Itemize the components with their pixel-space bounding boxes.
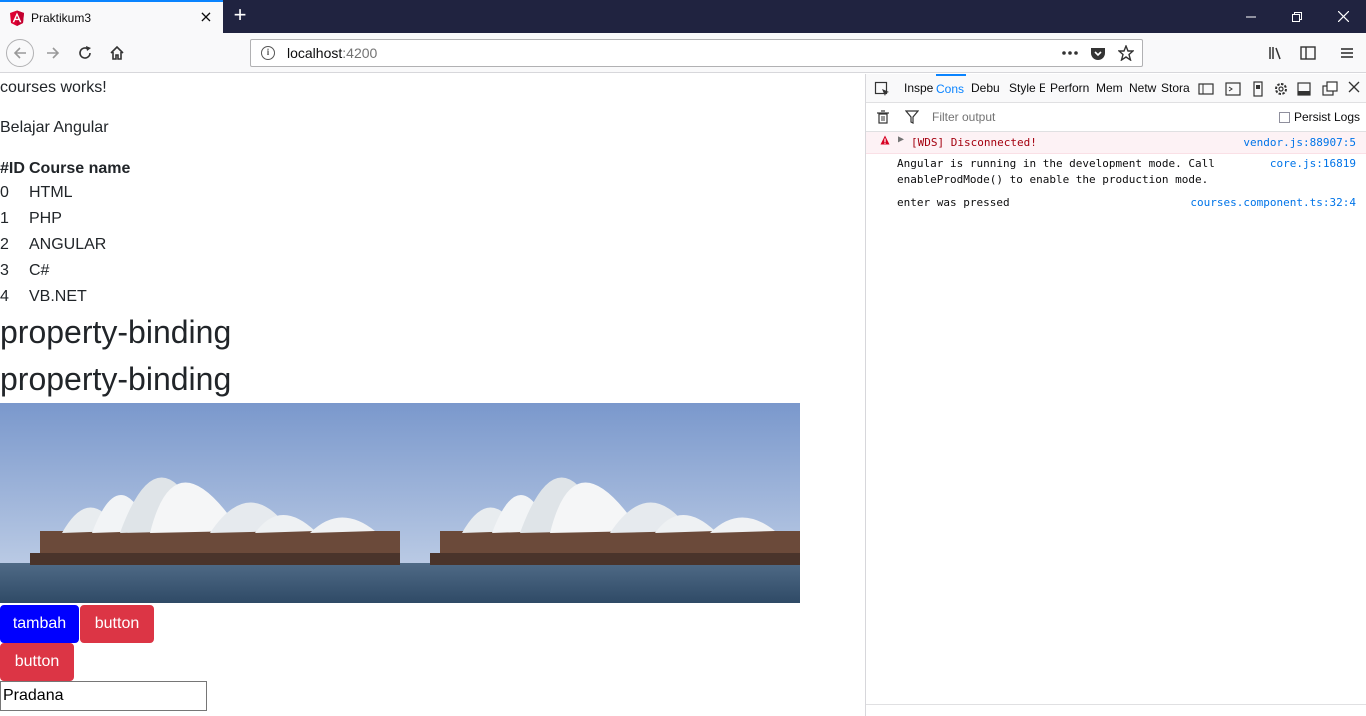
- console-filter-bar: Filter output Persist Logs: [866, 103, 1366, 132]
- scratchpad-icon[interactable]: [1225, 81, 1241, 97]
- element-picker-icon[interactable]: [874, 81, 890, 97]
- course-id: 1: [0, 210, 9, 227]
- persist-logs-toggle[interactable]: Persist Logs: [1278, 110, 1360, 124]
- danger-button[interactable]: button: [80, 605, 154, 643]
- error-icon: [880, 135, 890, 148]
- page-actions-icon[interactable]: [1058, 43, 1082, 63]
- angular-logo-icon: [10, 10, 24, 26]
- forward-icon[interactable]: [39, 39, 67, 67]
- course-id: 0: [0, 184, 9, 201]
- log-message: [WDS] Disconnected!: [911, 136, 1037, 149]
- tab-title: Praktikum3: [31, 10, 92, 25]
- restore-icon[interactable]: [1274, 0, 1320, 33]
- course-name: ANGULAR: [29, 236, 107, 253]
- table-row: 3 C#: [0, 258, 130, 284]
- console-filter-input[interactable]: Filter output: [932, 110, 995, 124]
- table-header-row: #ID Course name: [0, 158, 130, 180]
- devtools-tab-network[interactable]: Netw: [1129, 74, 1157, 103]
- opera-house-image: [400, 403, 800, 603]
- tambah-button[interactable]: tambah: [0, 605, 79, 643]
- home-icon[interactable]: [103, 39, 131, 67]
- opera-house-image: [0, 403, 400, 603]
- browser-tab[interactable]: Praktikum3 ×: [0, 0, 223, 33]
- course-name: VB.NET: [29, 288, 87, 305]
- column-header-id: #ID: [0, 160, 25, 177]
- course-id: 3: [0, 262, 9, 279]
- devtools-tab-style-editor[interactable]: Style E: [1009, 74, 1045, 103]
- course-name: HTML: [29, 184, 73, 201]
- log-source-link[interactable]: vendor.js:88907:5: [1243, 135, 1356, 151]
- devtools-tab-inspector[interactable]: Inspe: [904, 74, 935, 103]
- devtools-tab-debugger[interactable]: Debu: [971, 74, 1004, 103]
- url-text[interactable]: localhost:4200: [287, 45, 1058, 61]
- danger-button[interactable]: button: [0, 643, 74, 681]
- console-log-row: ▶ [WDS] Disconnected! vendor.js:88907:5: [866, 132, 1366, 154]
- table-row: 4 VB.NET: [0, 284, 130, 310]
- sidebar-icon[interactable]: [1294, 39, 1322, 67]
- property-binding-heading: property-binding: [0, 314, 232, 350]
- log-message: enter was pressed: [897, 196, 1010, 209]
- course-id: 2: [0, 236, 9, 253]
- expand-arrow-icon[interactable]: ▶: [898, 134, 904, 145]
- separate-window-icon[interactable]: [1322, 81, 1338, 97]
- course-name: PHP: [29, 210, 62, 227]
- course-name: C#: [29, 262, 50, 279]
- table-row: 0 HTML: [0, 180, 130, 206]
- back-icon[interactable]: [6, 39, 34, 67]
- tab-close-icon[interactable]: ×: [198, 8, 214, 26]
- table-row: 2 ANGULAR: [0, 232, 130, 258]
- filter-funnel-icon[interactable]: [904, 110, 920, 126]
- course-id: 4: [0, 288, 9, 305]
- log-source-link[interactable]: core.js:16819: [1270, 156, 1356, 172]
- trash-icon[interactable]: [875, 110, 891, 126]
- window-close-icon[interactable]: [1320, 0, 1366, 33]
- page-content: courses works! Belajar Angular #ID Cours…: [0, 74, 865, 716]
- console-log-row: Angular is running in the development mo…: [866, 156, 1366, 192]
- console-input-area[interactable]: [866, 704, 1366, 716]
- settings-gear-icon[interactable]: [1273, 81, 1289, 97]
- courses-works-text: courses works!: [0, 79, 107, 96]
- name-input[interactable]: [0, 681, 207, 711]
- courses-table: #ID Course name 0 HTML 1 PHP 2 ANGULAR 3…: [0, 158, 130, 310]
- devtools-panel: Inspe Cons Debu Style E Perforn Mem Netw…: [865, 74, 1366, 716]
- browser-navbar: i localhost:4200: [0, 33, 1366, 73]
- library-icon[interactable]: [1262, 39, 1290, 67]
- console-log-row: enter was pressed courses.component.ts:3…: [866, 194, 1366, 212]
- browser-titlebar: Praktikum3 × +: [0, 0, 1366, 33]
- bookmark-star-icon[interactable]: [1114, 43, 1138, 63]
- screenshot-icon[interactable]: [1250, 81, 1266, 97]
- close-devtools-icon[interactable]: [1346, 81, 1362, 97]
- dock-bottom-icon[interactable]: [1296, 81, 1312, 97]
- minimize-icon[interactable]: [1228, 0, 1274, 33]
- url-bar[interactable]: i localhost:4200: [250, 39, 1143, 67]
- log-source-link[interactable]: courses.component.ts:32:4: [1190, 195, 1356, 211]
- persist-logs-checkbox[interactable]: [1278, 111, 1290, 123]
- log-message: enableProdMode() to enable the productio…: [897, 173, 1209, 186]
- hamburger-menu-icon[interactable]: [1333, 39, 1361, 67]
- devtools-tab-memory[interactable]: Mem: [1096, 74, 1125, 103]
- devtools-toolbar: Inspe Cons Debu Style E Perforn Mem Netw…: [866, 74, 1366, 103]
- log-message: Angular is running in the development mo…: [897, 157, 1215, 170]
- table-row: 1 PHP: [0, 206, 130, 232]
- new-tab-button[interactable]: +: [230, 4, 250, 26]
- reload-icon[interactable]: [71, 39, 99, 67]
- devtools-tab-storage[interactable]: Stora: [1161, 74, 1191, 103]
- pocket-icon[interactable]: [1086, 43, 1110, 63]
- site-info-icon[interactable]: i: [261, 46, 275, 60]
- responsive-mode-icon[interactable]: [1198, 81, 1214, 97]
- devtools-tab-console[interactable]: Cons: [936, 74, 966, 103]
- column-header-course-name: Course name: [29, 160, 131, 177]
- subtitle-text: Belajar Angular: [0, 119, 109, 136]
- property-binding-heading: property-binding: [0, 361, 232, 397]
- persist-logs-label: Persist Logs: [1293, 110, 1360, 124]
- devtools-tab-performance[interactable]: Perforn: [1050, 74, 1091, 103]
